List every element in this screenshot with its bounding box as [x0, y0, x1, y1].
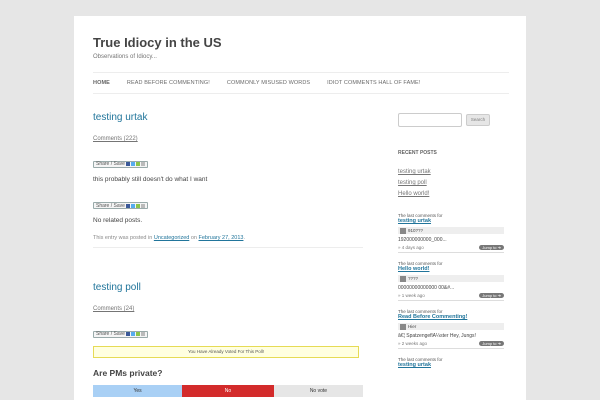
facebook-icon — [125, 162, 130, 166]
comment-author: Hier — [398, 323, 504, 330]
recent-post-link[interactable]: testing urtak — [398, 169, 504, 175]
post-body: this probably still doesn't do what I wa… — [93, 175, 208, 183]
comment-author: ???? — [398, 275, 504, 282]
entry-meta-end: . — [243, 235, 245, 241]
email-icon — [135, 162, 140, 166]
share-label: Share / Save — [96, 331, 125, 337]
nav-item-home[interactable]: HOME — [93, 80, 110, 86]
post-testing-urtak: testing urtak Comments (222) Share / Sav… — [93, 112, 363, 248]
comment-footer: » 1 week ago Jump to ➔ — [398, 293, 504, 301]
recent-post-link[interactable]: testing poll — [398, 180, 504, 186]
recent-posts-title: RECENT POSTS — [398, 150, 437, 156]
comment-excerpt: â€¦ SpatzengeflÃ¼ster Hey, Jungs! — [398, 333, 476, 339]
share-label: Share / Save — [96, 161, 125, 167]
poll-option-no-vote: No vote — [273, 384, 363, 397]
more-icon — [140, 203, 145, 208]
last-comments-block: The last comments for testing urtak 910???… — [398, 213, 504, 253]
voted-notice: You Have Already Voted For This Poll! — [93, 345, 359, 358]
twitter-icon — [130, 162, 135, 166]
comment-footer: » 2 weeks ago Jump to ➔ — [398, 341, 504, 349]
comment-footer: » 4 days ago Jump to ➔ — [398, 245, 504, 253]
avatar — [400, 275, 406, 282]
comment-author: 910??? — [398, 227, 504, 234]
email-icon — [135, 203, 140, 208]
nav-item-read-before-commenting[interactable]: READ BEFORE COMMENTING! — [127, 80, 210, 86]
post-title[interactable]: testing poll — [93, 282, 363, 293]
twitter-icon — [130, 203, 135, 208]
comment-time: » 2 weeks ago — [398, 341, 428, 346]
nav-item-commonly-misused-words[interactable]: COMMONLY MISUSED WORDS — [227, 80, 310, 86]
last-comments-block: The last comments for Read Before Comment… — [398, 309, 504, 349]
facebook-icon — [125, 203, 130, 208]
share-save-button[interactable]: Share / Save — [93, 160, 148, 168]
entry-meta-on: on — [189, 235, 199, 241]
last-comments-post-link[interactable]: testing urtak — [398, 362, 504, 368]
comment-time: » 1 week ago — [398, 293, 425, 298]
recent-post-link[interactable]: Hello world! — [398, 191, 504, 197]
sidebar: Search RECENT POSTS testing urtak testin… — [398, 113, 504, 371]
facebook-icon — [125, 332, 130, 336]
author-name: Hier — [408, 324, 417, 329]
site-title[interactable]: True Idiocy in the US — [93, 35, 222, 50]
jump-to-button[interactable]: Jump to ➔ — [479, 293, 504, 298]
recent-posts-list: testing urtak testing poll Hello world! — [398, 169, 504, 197]
nav-item-idiot-comments-hall-of-fame[interactable]: IDIOT COMMENTS HALL OF FAME! — [327, 80, 420, 86]
last-comments-block: The last comments for testing urtak — [398, 357, 504, 368]
last-comments-block: The last comments for Hello world!???? 000… — [398, 261, 504, 301]
jump-to-button[interactable]: Jump to ➔ — [479, 341, 504, 346]
poll-question: Are PMs private? — [93, 367, 163, 378]
search-input[interactable] — [398, 113, 462, 127]
author-name: ???? — [408, 276, 419, 281]
last-comments-widget: The last comments for testing urtak 910???… — [398, 213, 504, 368]
comment-excerpt: 00000000000000 00&#... — [398, 285, 455, 291]
search-form: Search — [398, 113, 504, 127]
comment-excerpt: 192000000000_000... — [398, 237, 447, 243]
main-content: testing urtak Comments (222) Share / Sav… — [93, 112, 363, 397]
comments-link[interactable]: Comments (222) — [93, 136, 363, 142]
email-icon — [135, 332, 140, 336]
main-nav: HOME READ BEFORE COMMENTING! COMMONLY MI… — [93, 72, 509, 94]
comments-link[interactable]: Comments (24) — [93, 306, 363, 312]
comment-time: » 4 days ago — [398, 245, 424, 250]
twitter-icon — [130, 332, 135, 336]
poll-results: Yes No No vote — [93, 384, 363, 397]
last-comments-post-link[interactable]: testing urtak — [398, 218, 504, 224]
avatar — [400, 323, 406, 330]
share-label: Share / Save — [96, 202, 125, 209]
share-save-button-bottom[interactable]: Share / Save — [93, 202, 148, 209]
author-name: 910??? — [408, 228, 424, 233]
poll-option-yes: Yes — [93, 384, 183, 397]
share-save-button[interactable]: Share / Save — [93, 330, 148, 338]
post-testing-poll: testing poll Comments (24) Share / Save … — [93, 282, 363, 397]
site-description: Observations of Idiocy... — [93, 54, 157, 60]
post-title[interactable]: testing urtak — [93, 112, 363, 123]
category-link[interactable]: Uncategorized — [154, 235, 189, 241]
last-comments-post-link[interactable]: Read Before Commenting! — [398, 314, 504, 320]
related-posts: No related posts. — [93, 217, 143, 224]
avatar — [400, 227, 406, 234]
more-icon — [140, 162, 145, 166]
poll-option-no: No — [182, 384, 274, 397]
search-button[interactable]: Search — [466, 114, 490, 126]
jump-to-button[interactable]: Jump to ➔ — [479, 245, 504, 250]
entry-meta-prefix: This entry was posted in — [93, 235, 154, 241]
page-container: True Idiocy in the US Observations of Id… — [74, 16, 526, 400]
date-link[interactable]: February 27, 2013 — [199, 235, 244, 241]
entry-meta: This entry was posted in Uncategorized o… — [93, 235, 363, 248]
more-icon — [140, 332, 145, 336]
last-comments-post-link[interactable]: Hello world! — [398, 266, 504, 272]
